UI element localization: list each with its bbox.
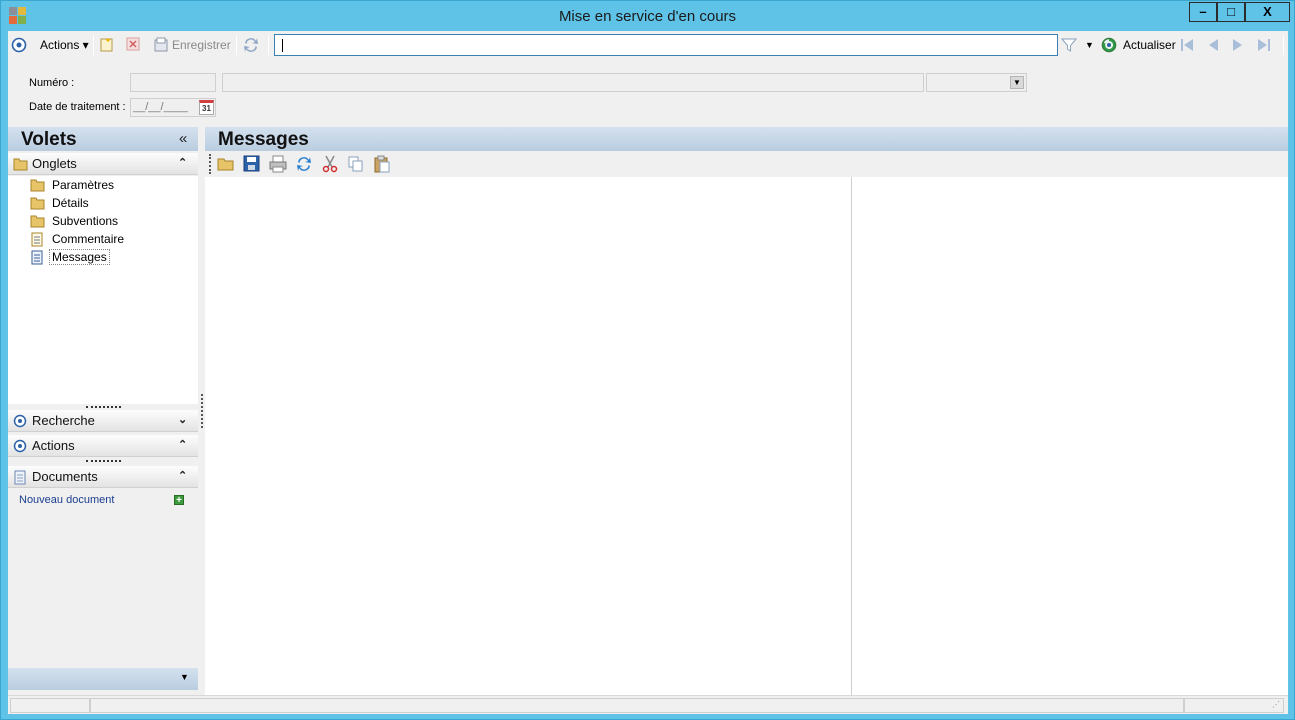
cut-icon[interactable]	[321, 155, 339, 173]
numero-label: Numéro :	[29, 77, 75, 89]
left-panel: Volets « Onglets ⌃ Paramètres Détails Su…	[8, 127, 198, 695]
delete-icon[interactable]	[126, 37, 140, 57]
splitter-grip[interactable]	[86, 460, 121, 462]
date-field[interactable]: __/__/____ 31	[130, 98, 216, 117]
onglets-label: Onglets	[32, 156, 77, 171]
splitter-grip[interactable]	[86, 406, 121, 408]
date-placeholder: __/__/____	[133, 101, 189, 113]
refresh-icon[interactable]	[295, 155, 313, 173]
paste-icon[interactable]	[373, 155, 391, 173]
documents-section-header[interactable]: Documents ⌃	[8, 466, 198, 488]
last-record-icon[interactable]	[1257, 38, 1271, 58]
recherche-label: Recherche	[32, 413, 95, 428]
collapse-panel-button[interactable]: «	[179, 130, 187, 147]
toolbar-grip	[209, 154, 211, 174]
toolbar-separator	[268, 35, 269, 55]
previous-record-icon[interactable]	[1206, 38, 1220, 58]
save-button[interactable]: Enregistrer	[172, 35, 231, 55]
tree-item-label: Commentaire	[52, 232, 125, 246]
status-cell	[90, 698, 1184, 713]
toolbar-separator	[1283, 35, 1284, 55]
onglets-section-header[interactable]: Onglets ⌃	[8, 153, 198, 175]
add-document-icon[interactable]: +	[174, 495, 184, 506]
status-bar: ⋰	[8, 695, 1288, 714]
documents-label: Documents	[32, 469, 98, 484]
messages-header: Messages	[205, 127, 1288, 151]
messages-toolbar	[205, 151, 1288, 177]
minimize-button[interactable]: –	[1189, 2, 1217, 22]
filter-dropdown-arrow[interactable]: ▼	[1085, 35, 1094, 55]
toolbar-separator	[236, 35, 237, 55]
refresh-button[interactable]: Actualiser	[1123, 35, 1176, 55]
toolbar-separator	[93, 35, 94, 55]
refresh-icon[interactable]	[1101, 37, 1117, 57]
actions-target-icon[interactable]	[11, 37, 27, 57]
tree-item-label: Subventions	[52, 214, 119, 228]
calendar-icon[interactable]: 31	[199, 100, 214, 115]
status-cell	[10, 698, 90, 713]
status-cell	[1184, 698, 1284, 713]
first-record-icon[interactable]	[1180, 38, 1194, 58]
client-area: Actions ▾ Enregistrer ▼ Actualiser Numér…	[8, 31, 1288, 714]
messages-title: Messages	[218, 129, 309, 150]
title-bar[interactable]: Mise en service d'en cours – □ X	[1, 1, 1294, 31]
folder-icon	[13, 157, 29, 174]
left-panel-footer: ▼	[8, 668, 198, 690]
folder-icon	[30, 178, 46, 195]
tree-item-label: Détails	[52, 196, 89, 210]
copy-icon[interactable]	[347, 155, 365, 173]
sync-icon[interactable]	[242, 36, 260, 56]
date-label: Date de traitement :	[29, 101, 126, 113]
onglets-tree: Paramètres Détails Subventions Commentai…	[8, 176, 198, 404]
folder-icon	[30, 214, 46, 231]
close-button[interactable]: X	[1245, 2, 1290, 22]
application-window: Mise en service d'en cours – □ X Actions…	[0, 0, 1295, 720]
volets-title: Volets	[21, 129, 77, 150]
target-icon	[13, 439, 27, 456]
status-select[interactable]: ▼	[926, 73, 1027, 92]
actions-section-header[interactable]: Actions ⌃	[8, 435, 198, 457]
new-document-link[interactable]: Nouveau document	[19, 494, 114, 506]
filter-icon[interactable]	[1060, 37, 1078, 57]
chevron-up-icon[interactable]: ⌃	[178, 156, 187, 169]
tree-item-label: Messages	[49, 249, 110, 265]
save-icon[interactable]	[243, 155, 261, 173]
pane-divider[interactable]	[851, 177, 852, 695]
messages-panel: Messages	[205, 127, 1288, 695]
next-record-icon[interactable]	[1231, 38, 1245, 58]
text-caret	[282, 39, 283, 52]
new-record-icon[interactable]	[99, 37, 115, 57]
numero-field[interactable]	[130, 73, 216, 92]
actions-label: Actions	[32, 438, 75, 453]
save-record-icon[interactable]	[153, 37, 169, 57]
document-icon	[30, 250, 44, 268]
numero-description-field[interactable]	[222, 73, 924, 92]
recherche-section-header[interactable]: Recherche ⌄	[8, 410, 198, 432]
print-icon[interactable]	[269, 155, 287, 173]
maximize-button[interactable]: □	[1217, 2, 1245, 22]
chevron-down-icon[interactable]: ▼	[180, 672, 189, 682]
folder-open-icon[interactable]	[217, 155, 235, 173]
volets-header: Volets «	[8, 127, 198, 151]
resize-grip-icon[interactable]: ⋰	[1272, 700, 1280, 709]
document-icon	[13, 470, 27, 488]
vertical-splitter[interactable]	[201, 394, 203, 428]
window-title: Mise en service d'en cours	[558, 8, 737, 25]
target-icon	[13, 414, 27, 431]
chevron-down-icon[interactable]: ⌄	[178, 413, 187, 426]
actions-dropdown[interactable]: Actions ▾	[40, 35, 89, 55]
folder-icon	[30, 196, 46, 213]
tree-item-label: Paramètres	[52, 178, 115, 192]
main-toolbar: Actions ▾ Enregistrer ▼ Actualiser	[8, 31, 1288, 58]
document-icon	[30, 232, 44, 250]
chevron-up-icon[interactable]: ⌃	[178, 438, 187, 451]
chevron-up-icon[interactable]: ⌃	[178, 469, 187, 482]
chevron-down-icon[interactable]: ▼	[1010, 76, 1024, 89]
search-input[interactable]	[274, 34, 1058, 56]
